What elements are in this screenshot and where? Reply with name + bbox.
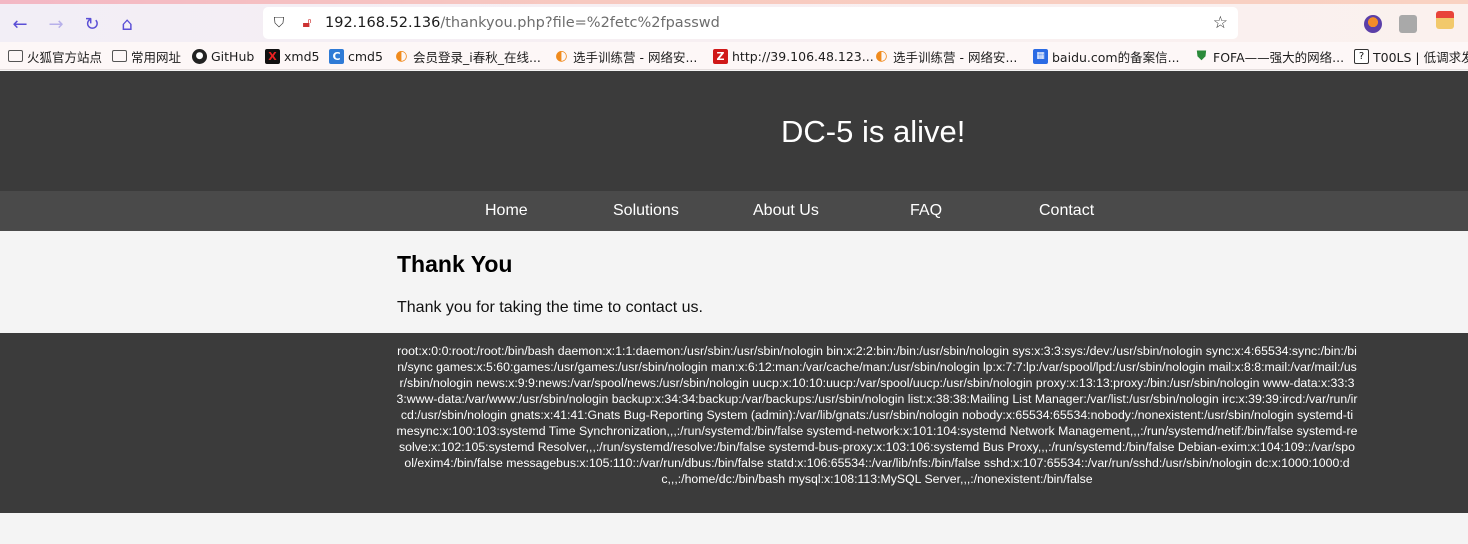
site-footer: root:x:0:0:root:/root:/bin/bash daemon:x… [0,333,1468,513]
bookmark-label: 选手训练营 - 网络安... [573,49,698,65]
bookmark-item[interactable]: Ccmd5 [329,47,383,65]
reload-icon[interactable]: ↻ [80,12,104,36]
ichunqiu-icon: ◐ [555,48,568,64]
profile-avatar-icon[interactable] [1436,11,1454,29]
main-content: Thank You Thank you for taking the time … [0,231,1468,333]
page-heading: Thank You [397,251,513,277]
url-text[interactable]: 192.168.52.136/thankyou.php?file=%2fetc%… [325,15,720,31]
web-page: DC-5 is alive! Home Solutions About Us F… [0,71,1468,544]
container-icon[interactable] [1399,15,1417,33]
bookmark-label: baidu.com的备案信... [1052,49,1180,65]
page-bottom [0,513,1468,544]
bookmark-label: cmd5 [348,48,383,64]
bookmark-item[interactable]: ◐ 选手训练营 - 网络安... [874,47,1017,65]
bookmark-item[interactable]: 常用网址 [112,47,181,65]
nav-contact-link[interactable]: Contact [1039,202,1094,220]
bookmark-item[interactable]: 火狐官方站点 [8,47,102,65]
tools-icon: ? [1354,48,1369,64]
folder-icon [112,50,127,62]
z-icon: Z [713,48,728,64]
back-icon[interactable]: ← [8,12,32,36]
baidu-icon: ▦ [1033,48,1048,64]
nav-solutions-link[interactable]: Solutions [613,202,679,220]
bookmark-label: GitHub [211,48,255,64]
nav-about-link[interactable]: About Us [753,202,819,220]
footer-text: root:x:0:0:root:/root:/bin/bash daemon:x… [396,344,1358,486]
bookmark-label: xmd5 [284,48,320,64]
star-icon[interactable]: ☆ [1213,13,1228,33]
home-icon[interactable]: ⌂ [115,12,139,36]
url-path: /thankyou.php?file=%2fetc%2fpasswd [440,15,720,31]
bookmark-item[interactable]: ?T00LS | 低调求发展 [1354,47,1468,65]
insecure-lock-icon[interactable]: 🔓︎ [299,15,315,31]
extension-icon[interactable] [1364,15,1382,33]
bookmark-item[interactable]: ◐ 会员登录_i春秋_在线... [394,47,541,65]
url-bar[interactable]: ⛉ 🔓︎ 192.168.52.136/thankyou.php?file=%2… [263,7,1238,39]
bookmark-label: 常用网址 [131,49,182,65]
bookmark-item[interactable]: ⛊ FOFA——强大的网络... [1194,47,1344,65]
bookmarks-bar: 火狐官方站点 常用网址 ● GitHub Xxmd5 Ccmd5 ◐ 会员登录_i春… [0,42,1468,70]
bookmark-item[interactable]: Xxmd5 [265,47,319,65]
bookmark-label: FOFA——强大的网络... [1213,49,1345,65]
bookmark-item[interactable]: ◐ 选手训练营 - 网络安... [554,47,697,65]
shield-icon[interactable]: ⛉ [271,15,287,31]
xmd5-icon: X [265,48,280,64]
site-header: DC-5 is alive! [0,71,1468,191]
fofa-icon: ⛊ [1196,48,1207,64]
ichunqiu-icon: ◐ [395,48,408,64]
nav-home-link[interactable]: Home [485,202,528,220]
bookmark-item[interactable]: ● GitHub [192,47,254,65]
github-icon: ● [192,48,207,64]
cmd5-icon: C [329,48,344,64]
forward-icon[interactable]: → [44,12,68,36]
ichunqiu-icon: ◐ [875,48,888,64]
bookmark-label: 会员登录_i春秋_在线... [413,49,541,65]
nav-faq-link[interactable]: FAQ [910,202,942,220]
thank-you-message: Thank you for taking the time to contact… [397,299,703,316]
bookmark-label: 火狐官方站点 [27,49,103,65]
bookmark-label: 选手训练营 - 网络安... [893,49,1018,65]
browser-toolbar: ← → ↻ ⌂ ⛉ 🔓︎ 192.168.52.136/thankyou.php… [0,4,1468,42]
bookmark-label: http://39.106.48.123... [732,48,874,64]
site-nav: Home Solutions About Us FAQ Contact [0,191,1468,231]
bookmark-item[interactable]: ▦ baidu.com的备案信... [1033,47,1180,65]
url-host: 192.168.52.136 [325,15,441,31]
folder-icon [8,50,23,62]
site-title: DC-5 is alive! [781,114,966,149]
bookmark-item[interactable]: Zhttp://39.106.48.123... [713,47,874,65]
bookmark-label: T00LS | 低调求发展 [1373,49,1468,65]
